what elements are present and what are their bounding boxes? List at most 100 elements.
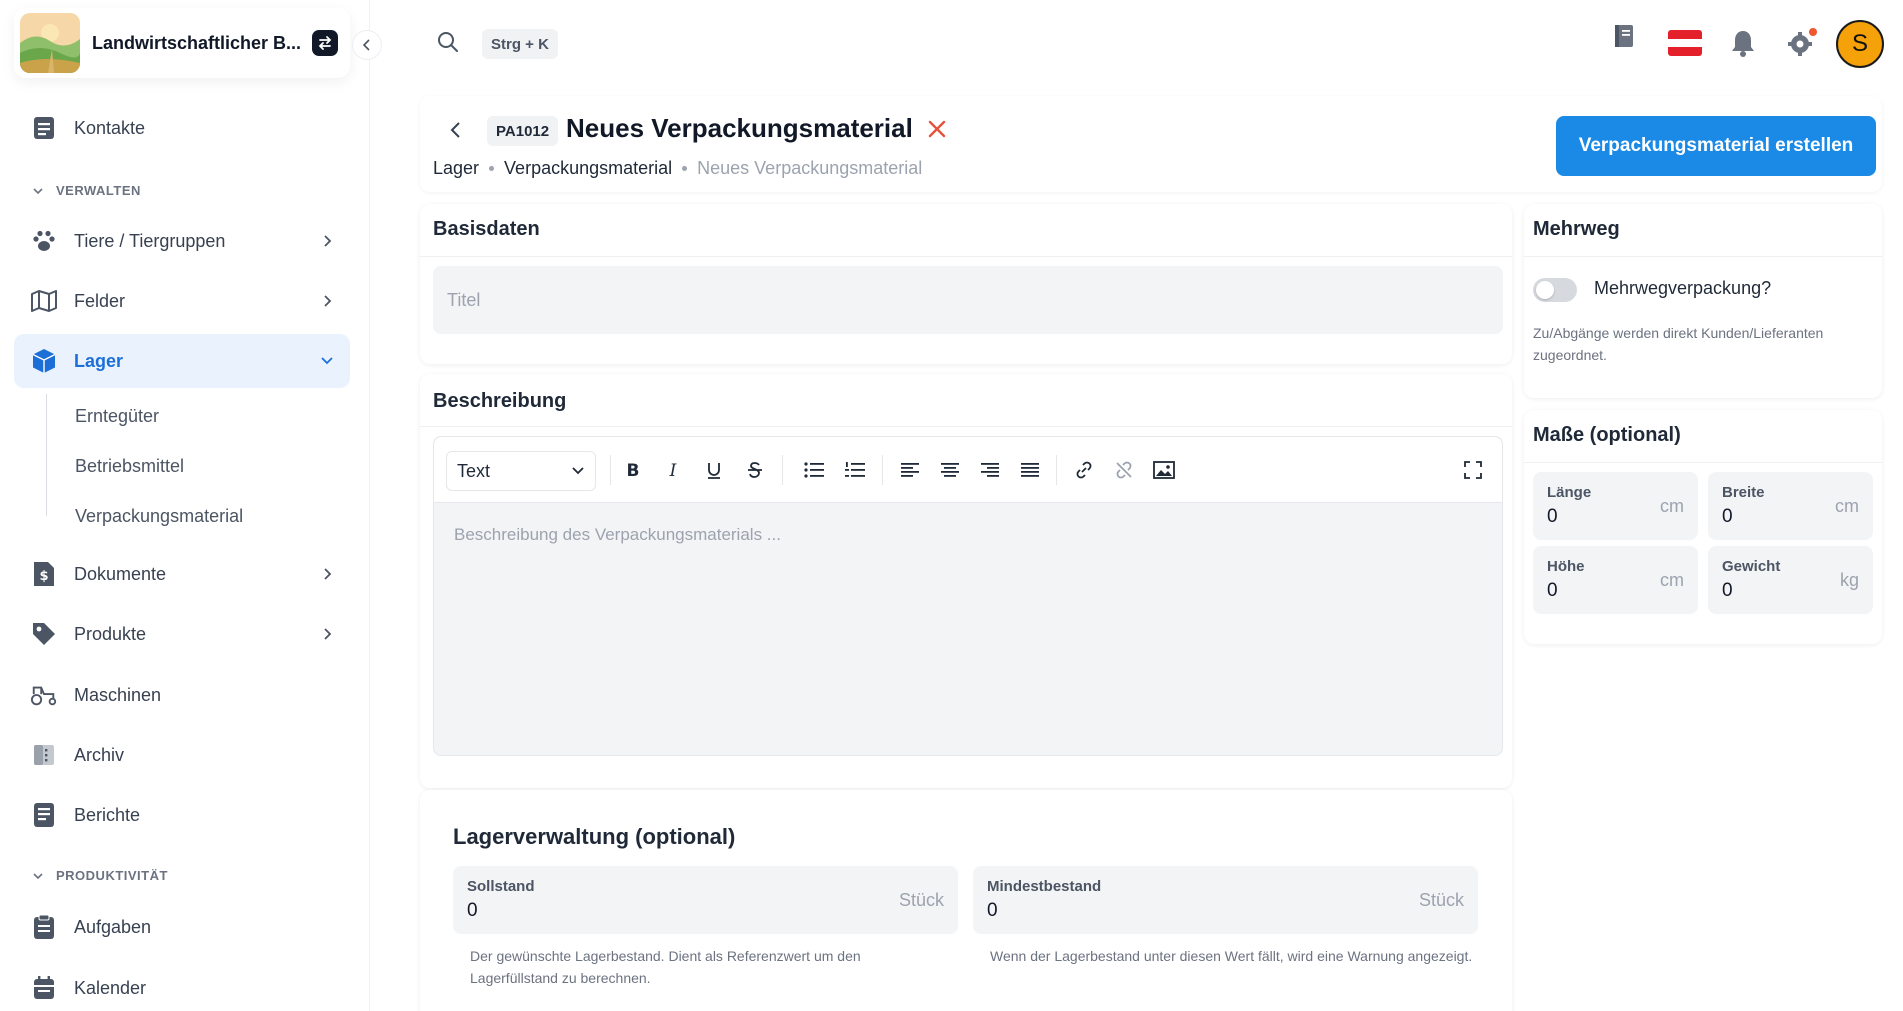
- book-icon[interactable]: [1612, 22, 1636, 55]
- calendar-icon: [30, 974, 58, 1002]
- sidebar-item-lager[interactable]: Lager: [14, 334, 350, 388]
- search-shortcut: Strg + K: [482, 29, 558, 59]
- hoehe-field[interactable]: Höhe 0 cm: [1533, 546, 1698, 614]
- card-title: Lagerverwaltung (optional): [453, 824, 736, 849]
- bold-icon[interactable]: B: [620, 457, 646, 483]
- flag-austria-icon[interactable]: [1668, 30, 1702, 61]
- subnav-item-verpackungsmaterial[interactable]: Verpackungsmaterial: [75, 506, 243, 527]
- mehrweg-card: Mehrweg Mehrwegverpackung? Zu/Abgänge we…: [1524, 204, 1882, 398]
- fullscreen-icon[interactable]: [1460, 457, 1486, 483]
- strikethrough-icon[interactable]: [742, 457, 768, 483]
- toolbar-separator: [610, 455, 611, 485]
- toggle-knob: [1536, 281, 1554, 299]
- sollstand-field[interactable]: Sollstand 0 Stück: [453, 866, 958, 934]
- archive-icon: [30, 741, 58, 769]
- breadcrumb-lager[interactable]: Lager: [433, 158, 479, 179]
- sidebar-item-kalender[interactable]: Kalender: [14, 961, 350, 1011]
- section-verwalten[interactable]: VERWALTEN: [32, 183, 141, 198]
- field-label: Länge: [1547, 484, 1592, 501]
- field-value: 0: [987, 900, 998, 921]
- text-format-select[interactable]: Text: [446, 451, 596, 491]
- search-icon[interactable]: [436, 30, 460, 59]
- tractor-icon: [30, 681, 58, 709]
- field-unit: cm: [1660, 496, 1684, 516]
- sidebar-item-label: Kontakte: [74, 117, 146, 138]
- title-placeholder: Titel: [447, 290, 481, 310]
- farm-landscape-logo: [20, 13, 80, 73]
- divider: [420, 256, 1512, 257]
- rich-text-editor[interactable]: Text B I Beschreibung des Verpackungsmat…: [433, 436, 1503, 756]
- create-button[interactable]: Verpackungsmaterial erstellen: [1556, 116, 1876, 176]
- divider: [1524, 256, 1882, 257]
- section-produktivitaet[interactable]: PRODUKTIVITÄT: [32, 868, 168, 883]
- field-value: 0: [1547, 580, 1558, 601]
- sidebar-item-label: Berichte: [74, 804, 141, 825]
- avatar[interactable]: S: [1836, 20, 1884, 68]
- align-right-icon[interactable]: [977, 457, 1003, 483]
- link-icon[interactable]: [1071, 457, 1097, 483]
- bell-icon[interactable]: [1730, 28, 1756, 63]
- sidebar-item-produkte[interactable]: Produkte: [14, 607, 350, 661]
- gear-icon[interactable]: [1786, 26, 1818, 63]
- chevron-down-icon: [312, 346, 342, 376]
- sidebar-item-felder[interactable]: Felder: [14, 274, 350, 328]
- field-unit: Stück: [898, 890, 944, 910]
- chevron-right-icon: [312, 619, 342, 649]
- mehrweg-toggle[interactable]: [1533, 278, 1577, 302]
- breite-field[interactable]: Breite 0 cm: [1708, 472, 1873, 540]
- subnav-line: [46, 394, 47, 516]
- sidebar-item-archiv[interactable]: Archiv: [14, 728, 350, 782]
- field-label: Breite: [1722, 484, 1765, 501]
- laenge-field[interactable]: Länge 0 cm: [1533, 472, 1698, 540]
- workspace-switcher[interactable]: Landwirtschaftlicher B...: [14, 8, 350, 78]
- breadcrumb-verpackungsmaterial[interactable]: Verpackungsmaterial: [504, 158, 672, 179]
- sidebar-item-label: Maschinen: [74, 684, 162, 705]
- tag-icon: [30, 620, 58, 648]
- subnav-item-betriebsmittel[interactable]: Betriebsmittel: [75, 456, 184, 477]
- sidebar-item-label: Dokumente: [74, 563, 167, 584]
- title-input[interactable]: Titel: [433, 266, 1503, 334]
- field-label: Sollstand: [467, 878, 535, 895]
- align-left-icon[interactable]: [897, 457, 923, 483]
- report-icon: [30, 801, 58, 829]
- numbered-list-icon[interactable]: [842, 457, 868, 483]
- bullet-list-icon[interactable]: [801, 457, 827, 483]
- sidebar-item-tiere[interactable]: Tiere / Tiergruppen: [14, 214, 350, 268]
- field-label: Gewicht: [1722, 558, 1781, 575]
- underline-icon[interactable]: [701, 457, 727, 483]
- card-title: Mehrweg: [1533, 218, 1620, 240]
- switch-icon[interactable]: [312, 30, 338, 56]
- tasks-icon: [30, 913, 58, 941]
- chevron-right-icon: [312, 286, 342, 316]
- text-format-value: Text: [457, 460, 491, 481]
- paw-icon: [30, 227, 58, 255]
- workspace-name: Landwirtschaftlicher B...: [92, 32, 302, 53]
- mindestbestand-help: Wenn der Lagerbestand unter diesen Wert …: [990, 948, 1473, 964]
- align-justify-icon[interactable]: [1017, 457, 1043, 483]
- sidebar-item-kontakte[interactable]: Kontakte: [14, 101, 350, 155]
- back-button[interactable]: [442, 116, 470, 149]
- breadcrumb: Lager Verpackungsmaterial Neues Verpacku…: [433, 158, 922, 179]
- sidebar-item-dokumente[interactable]: $ Dokumente: [14, 547, 350, 601]
- field-unit: cm: [1835, 496, 1859, 516]
- subnav-item-ernteguter[interactable]: Erntegüter: [75, 406, 159, 427]
- italic-icon[interactable]: I: [660, 457, 686, 483]
- sidebar-item-label: Kalender: [74, 977, 147, 998]
- toolbar-separator: [782, 455, 783, 485]
- sidebar-item-label: Felder: [74, 290, 126, 311]
- unlink-icon[interactable]: [1111, 457, 1137, 483]
- field-value: 0: [467, 900, 478, 921]
- sidebar-item-berichte[interactable]: Berichte: [14, 788, 350, 842]
- align-center-icon[interactable]: [937, 457, 963, 483]
- mehrweg-help: Zu/Abgänge werden direkt Kunden/Lieferan…: [1533, 325, 1824, 363]
- sidebar-item-maschinen[interactable]: Maschinen: [14, 668, 350, 722]
- image-icon[interactable]: [1151, 457, 1177, 483]
- sidebar-item-label: Lager: [74, 350, 124, 371]
- sidebar-item-aufgaben[interactable]: Aufgaben: [14, 900, 350, 954]
- contacts-icon: [30, 114, 58, 142]
- close-icon[interactable]: [926, 118, 948, 145]
- gewicht-field[interactable]: Gewicht 0 kg: [1708, 546, 1873, 614]
- breadcrumb-current: Neues Verpackungsmaterial: [697, 158, 923, 178]
- collapse-sidebar-button[interactable]: [352, 30, 382, 60]
- mindestbestand-field[interactable]: Mindestbestand 0 Stück: [973, 866, 1478, 934]
